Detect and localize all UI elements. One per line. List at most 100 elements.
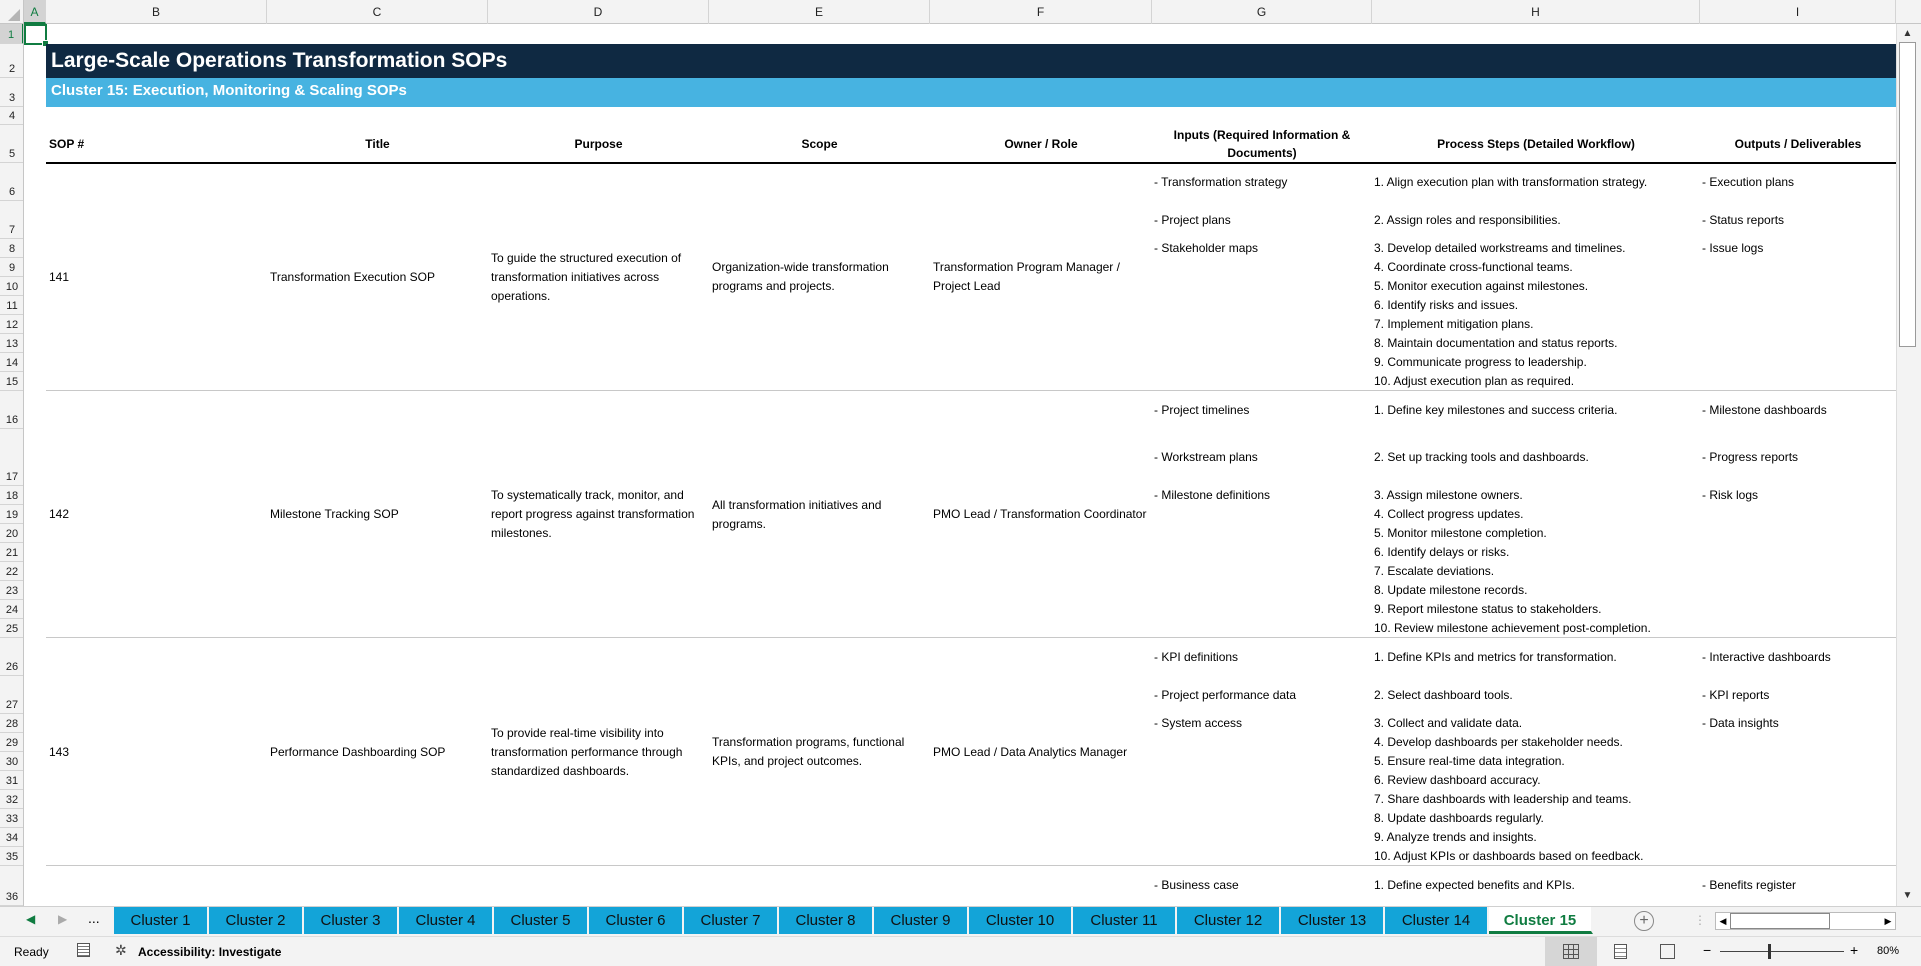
row-header-20[interactable]: 20 [0, 524, 23, 543]
input-item: - Project plans [1154, 212, 1231, 227]
page-break-preview-icon[interactable] [1660, 944, 1675, 959]
column-header-g[interactable]: G [1152, 0, 1372, 24]
row-header-30[interactable]: 30 [0, 752, 23, 771]
column-header-a[interactable]: A [24, 0, 46, 24]
row-header-36[interactable]: 36 [0, 866, 23, 906]
row-header-35[interactable]: 35 [0, 847, 23, 866]
accessibility-icon[interactable]: ✲ [115, 942, 127, 959]
row-header-31[interactable]: 31 [0, 771, 23, 790]
column-header-d[interactable]: D [488, 0, 709, 24]
row-header-14[interactable]: 14 [0, 353, 23, 372]
horizontal-scrollbar[interactable]: ◀ ▶ [1715, 912, 1896, 930]
scroll-left-arrow-icon[interactable]: ◀ [1716, 913, 1730, 929]
sop-owner: Transformation Program Manager / Project… [933, 260, 1120, 293]
output-item: - Risk logs [1702, 488, 1759, 502]
sheet-tab-cluster-6[interactable]: Cluster 6 [589, 907, 684, 934]
zoom-level[interactable]: 80% [1877, 945, 1899, 957]
column-header-b[interactable]: B [46, 0, 267, 24]
row-header-7[interactable]: 7 [0, 201, 23, 239]
row-header-4[interactable]: 4 [0, 107, 23, 125]
sheet-tab-cluster-4[interactable]: Cluster 4 [399, 907, 494, 934]
more-tabs-button[interactable]: ... [88, 910, 100, 926]
process-step: 1. Align execution plan with transformat… [1374, 174, 1648, 189]
sop-purpose: To guide the structured execution of tra… [491, 250, 682, 303]
row-header-1[interactable]: 1 [0, 24, 23, 44]
sheet-tab-cluster-2[interactable]: Cluster 2 [209, 907, 304, 934]
scroll-up-arrow-icon[interactable]: ▲ [1899, 26, 1916, 42]
row-header-25[interactable]: 25 [0, 619, 23, 638]
row-header-21[interactable]: 21 [0, 543, 23, 562]
scroll-right-arrow-icon[interactable]: ▶ [1881, 913, 1895, 929]
zoom-out-button[interactable]: − [1703, 942, 1711, 958]
zoom-slider-thumb[interactable] [1768, 944, 1771, 959]
column-header-h[interactable]: H [1372, 0, 1700, 24]
sheet-tab-cluster-11[interactable]: Cluster 11 [1073, 907, 1177, 934]
row-header-12[interactable]: 12 [0, 315, 23, 334]
row-header-18[interactable]: 18 [0, 486, 23, 505]
sheet-tab-cluster-12[interactable]: Cluster 12 [1177, 907, 1281, 934]
row-header-22[interactable]: 22 [0, 562, 23, 581]
row-header-28[interactable]: 28 [0, 714, 23, 733]
row-header-23[interactable]: 23 [0, 581, 23, 600]
row-header-26[interactable]: 26 [0, 638, 23, 676]
row-header-27[interactable]: 27 [0, 676, 23, 714]
row-header-33[interactable]: 33 [0, 809, 23, 828]
row-header-34[interactable]: 34 [0, 828, 23, 847]
row-header-19[interactable]: 19 [0, 505, 23, 524]
tab-scroll-right-icon[interactable]: ▶ [58, 912, 67, 926]
scroll-down-arrow-icon[interactable]: ▼ [1899, 888, 1916, 904]
row-header-13[interactable]: 13 [0, 334, 23, 353]
accessibility-status[interactable]: Accessibility: Investigate [138, 945, 281, 959]
row-header-5[interactable]: 5 [0, 125, 23, 163]
column-header-c[interactable]: C [267, 0, 488, 24]
process-step: 4. Develop dashboards per stakeholder ne… [1374, 735, 1623, 749]
normal-view-button[interactable] [1545, 937, 1597, 966]
row-header-9[interactable]: 9 [0, 258, 23, 277]
sheet-tab-cluster-1[interactable]: Cluster 1 [114, 907, 209, 934]
page-layout-view-icon[interactable] [1614, 944, 1627, 959]
sop-scope: Organization-wide transformation program… [712, 260, 889, 293]
column-header-e[interactable]: E [709, 0, 930, 24]
sheet-tab-cluster-8[interactable]: Cluster 8 [779, 907, 874, 934]
zoom-slider[interactable] [1720, 951, 1844, 952]
tab-scroll-left-icon[interactable]: ◀ [26, 912, 35, 926]
sheet-tab-cluster-13[interactable]: Cluster 13 [1281, 907, 1385, 934]
sheet-tab-cluster-3[interactable]: Cluster 3 [304, 907, 399, 934]
row-header-2[interactable]: 2 [0, 44, 23, 78]
column-header-f[interactable]: F [930, 0, 1152, 24]
row-header-24[interactable]: 24 [0, 600, 23, 619]
macro-record-icon[interactable] [77, 943, 90, 957]
row-header-29[interactable]: 29 [0, 733, 23, 752]
process-step: 7. Share dashboards with leadership and … [1374, 792, 1632, 806]
row-header-3[interactable]: 3 [0, 78, 23, 107]
sheet-tab-cluster-5[interactable]: Cluster 5 [494, 907, 589, 934]
horizontal-scrollbar-thumb[interactable] [1730, 913, 1830, 929]
row-header-16[interactable]: 16 [0, 391, 23, 429]
row-header-8[interactable]: 8 [0, 239, 23, 258]
process-step: 5. Monitor milestone completion. [1374, 526, 1547, 540]
row-header-15[interactable]: 15 [0, 372, 23, 391]
process-step: 8. Update dashboards regularly. [1374, 811, 1544, 825]
sheet-tab-cluster-14[interactable]: Cluster 14 [1385, 907, 1489, 934]
sheet-tab-cluster-10[interactable]: Cluster 10 [969, 907, 1073, 934]
add-sheet-icon[interactable]: + [1634, 911, 1654, 931]
process-step: 10. Review milestone achievement post-co… [1374, 621, 1651, 635]
row-header-11[interactable]: 11 [0, 296, 23, 315]
vertical-scrollbar-thumb[interactable] [1899, 42, 1916, 347]
sop-purpose: To provide real-time visibility into tra… [491, 725, 683, 778]
row-header-17[interactable]: 17 [0, 429, 23, 486]
selected-cell-a1[interactable] [24, 24, 49, 47]
select-all-button[interactable] [0, 0, 24, 24]
row-header-6[interactable]: 6 [0, 163, 23, 201]
column-header-i[interactable]: I [1700, 0, 1896, 24]
sheet-tab-cluster-15[interactable]: Cluster 15 [1489, 907, 1593, 934]
header-process-steps: Process Steps (Detailed Workflow) [1437, 137, 1635, 151]
sheet-tab-cluster-9[interactable]: Cluster 9 [874, 907, 969, 934]
sheet-tab-cluster-7[interactable]: Cluster 7 [684, 907, 779, 934]
zoom-in-button[interactable]: + [1850, 942, 1858, 958]
splitter-handle-icon[interactable]: ⋮ [1694, 913, 1706, 927]
row-header-10[interactable]: 10 [0, 277, 23, 296]
process-step: 9. Analyze trends and insights. [1374, 830, 1537, 844]
row-header-32[interactable]: 32 [0, 790, 23, 809]
header-purpose: Purpose [574, 137, 623, 151]
